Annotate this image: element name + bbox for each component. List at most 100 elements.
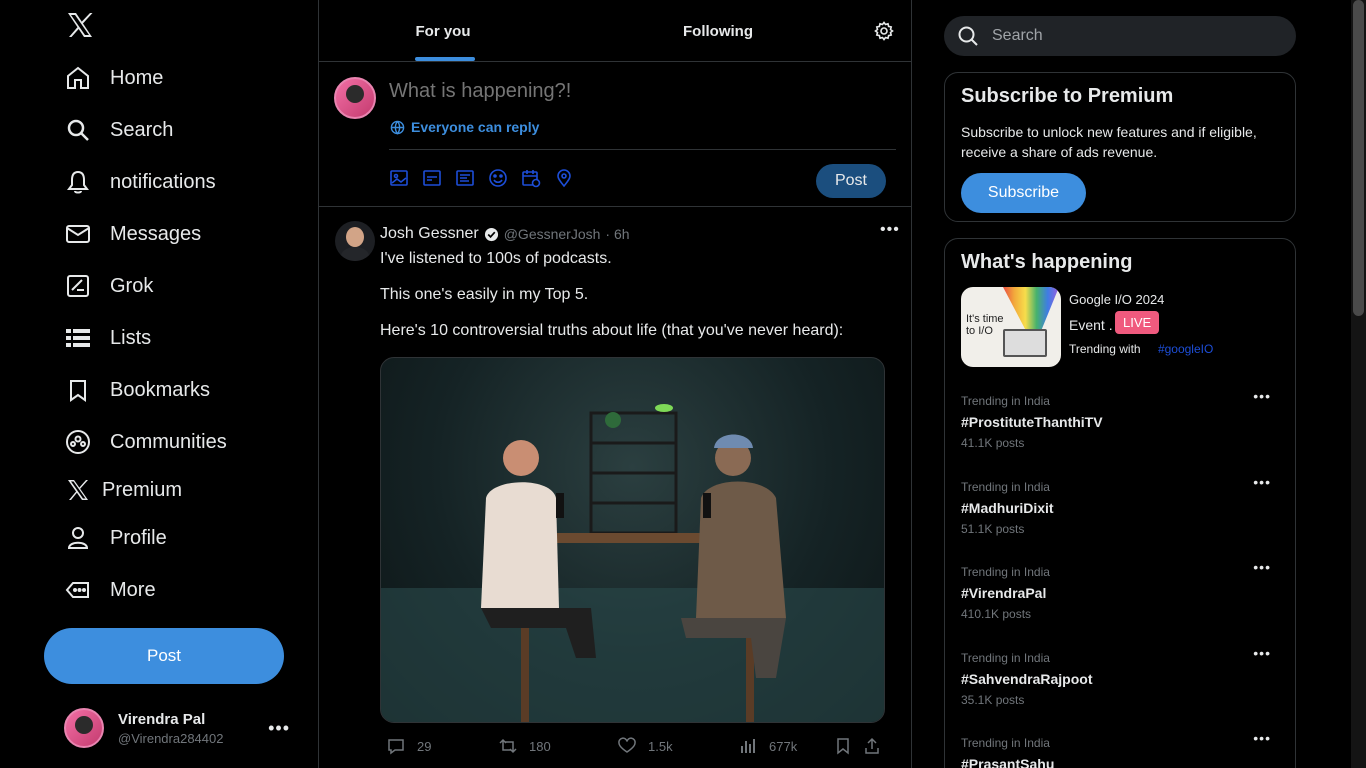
- tweet-time: · 6h: [605, 226, 630, 242]
- trend-context: Trending in India: [961, 736, 1050, 750]
- repost-button[interactable]: 180: [499, 737, 551, 755]
- event-hashtag[interactable]: #googleIO: [1158, 342, 1213, 356]
- nav-home[interactable]: Home: [64, 58, 163, 98]
- grok-icon: [64, 272, 92, 300]
- bookmark-icon: [837, 738, 849, 755]
- nav-label: Bookmarks: [110, 378, 211, 401]
- live-badge: LIVE: [1115, 311, 1160, 334]
- premium-card: Subscribe to Premium Subscribe to unlock…: [944, 72, 1296, 222]
- trend-context: Trending in India: [961, 394, 1050, 408]
- more-dots-icon[interactable]: •••: [1253, 474, 1271, 490]
- trend-item[interactable]: Trending in India #ProstituteThanthiTV 4…: [961, 388, 1281, 464]
- reply-setting[interactable]: Everyone can reply: [390, 119, 539, 135]
- event-image-stripes: [1003, 287, 1059, 335]
- bookmark-icon: [64, 376, 92, 404]
- trend-count: 41.1K posts: [961, 436, 1025, 450]
- nav-bookmarks[interactable]: Bookmarks: [64, 370, 210, 410]
- nav-label: Communities: [110, 430, 227, 453]
- nav-search[interactable]: Search: [64, 110, 173, 150]
- tweet-author[interactable]: Josh Gessner: [380, 225, 479, 243]
- nav-label: Lists: [110, 326, 152, 349]
- nav-label: Search: [110, 118, 174, 141]
- nav-label: Profile: [110, 526, 167, 549]
- schedule-icon[interactable]: [521, 167, 554, 189]
- location-icon[interactable]: [554, 167, 587, 189]
- view-count: 677k: [769, 738, 798, 754]
- share-button[interactable]: [864, 737, 880, 755]
- nav-more[interactable]: More: [64, 570, 156, 610]
- globe-icon: [390, 120, 405, 135]
- compose-input[interactable]: [389, 80, 869, 103]
- envelope-icon: [64, 220, 92, 248]
- gear-icon[interactable]: [874, 21, 894, 41]
- tweet[interactable]: Josh Gessner @GessnerJosh · 6h ••• I've …: [319, 207, 911, 768]
- nav-notifications[interactable]: notifications: [64, 162, 216, 202]
- tab-following[interactable]: Following: [581, 0, 855, 62]
- event-image: It's time to I/O: [961, 287, 1061, 367]
- event-type: Event .: [1069, 317, 1113, 333]
- gif-icon[interactable]: [422, 167, 455, 189]
- search-icon: [958, 26, 978, 46]
- nav-label: More: [110, 578, 156, 601]
- like-button[interactable]: 1.5k: [618, 737, 673, 755]
- poll-icon[interactable]: [455, 167, 488, 189]
- composer-post-button[interactable]: Post: [816, 164, 886, 198]
- event-image-laptop: [1003, 329, 1047, 357]
- avatar: [334, 77, 376, 119]
- repost-count: 180: [529, 738, 551, 754]
- more-dots-icon[interactable]: •••: [268, 718, 290, 739]
- nav-messages[interactable]: Messages: [64, 214, 201, 254]
- nav-lists[interactable]: Lists: [64, 318, 151, 358]
- more-dots-icon[interactable]: •••: [1253, 388, 1271, 404]
- whats-happening-card: What's happening It's time to I/O Google…: [944, 238, 1296, 768]
- reply-count: 29: [417, 738, 432, 754]
- person-icon: [64, 524, 92, 552]
- views-button[interactable]: 677k: [739, 737, 797, 755]
- tweet-text-line: I've listened to 100s of podcasts.: [380, 250, 612, 267]
- tab-for-you[interactable]: For you: [319, 0, 567, 62]
- image-icon[interactable]: [389, 167, 422, 189]
- event-name: Google I/O 2024: [1069, 292, 1165, 307]
- nav-premium[interactable]: Premium: [64, 470, 182, 510]
- more-dots-icon[interactable]: •••: [1253, 730, 1271, 746]
- trend-item[interactable]: Trending in India #SahvendraRajpoot 35.1…: [961, 645, 1281, 721]
- bookmark-button[interactable]: [835, 737, 851, 755]
- more-dots-icon[interactable]: •••: [1253, 559, 1271, 575]
- like-count: 1.5k: [648, 738, 673, 754]
- communities-icon: [64, 428, 92, 456]
- tweet-media-image[interactable]: [380, 357, 885, 723]
- trend-tag: #MadhuriDixit: [961, 500, 1054, 516]
- x-logo-icon: [64, 476, 92, 504]
- emoji-icon[interactable]: [488, 167, 521, 189]
- trend-context: Trending in India: [961, 565, 1050, 579]
- search-input[interactable]: [992, 27, 1272, 45]
- trend-item[interactable]: Trending in India #VirendraPal 410.1K po…: [961, 559, 1281, 635]
- account-name: Virendra Pal: [118, 710, 206, 728]
- more-dots-icon[interactable]: •••: [1253, 645, 1271, 661]
- avatar[interactable]: [335, 221, 375, 261]
- x-logo-icon[interactable]: [66, 12, 94, 38]
- event-item[interactable]: It's time to I/O Google I/O 2024 Event .…: [961, 287, 1281, 369]
- reply-button[interactable]: 29: [387, 737, 431, 755]
- nav-communities[interactable]: Communities: [64, 422, 227, 462]
- scrollbar-thumb[interactable]: [1353, 0, 1364, 316]
- post-button[interactable]: Post: [44, 628, 284, 684]
- account-handle: @Virendra284402: [118, 730, 224, 746]
- more-dots-icon[interactable]: •••: [880, 221, 900, 239]
- tweet-handle[interactable]: @GessnerJosh: [504, 226, 601, 242]
- search-icon: [64, 116, 92, 144]
- trend-tag: #VirendraPal: [961, 585, 1047, 601]
- subscribe-button[interactable]: Subscribe: [961, 173, 1086, 213]
- nav-profile[interactable]: Profile: [64, 518, 167, 558]
- share-icon: [865, 737, 879, 754]
- trend-item[interactable]: Trending in India #MadhuriDixit 51.1K po…: [961, 474, 1281, 550]
- trend-item[interactable]: Trending in India #PrasantSahu •••: [961, 730, 1281, 768]
- account-switcher[interactable]: Virendra Pal @Virendra284402 •••: [64, 706, 294, 750]
- nav-grok[interactable]: Grok: [64, 266, 153, 306]
- nav-label: Messages: [110, 222, 202, 245]
- page-scrollbar[interactable]: [1351, 0, 1366, 768]
- composer-toolbar: [389, 167, 587, 189]
- search-box[interactable]: [944, 16, 1296, 56]
- whats-happening-title: What's happening: [961, 251, 1133, 273]
- app-root: Home Search notifications Messages Grok …: [0, 0, 1366, 768]
